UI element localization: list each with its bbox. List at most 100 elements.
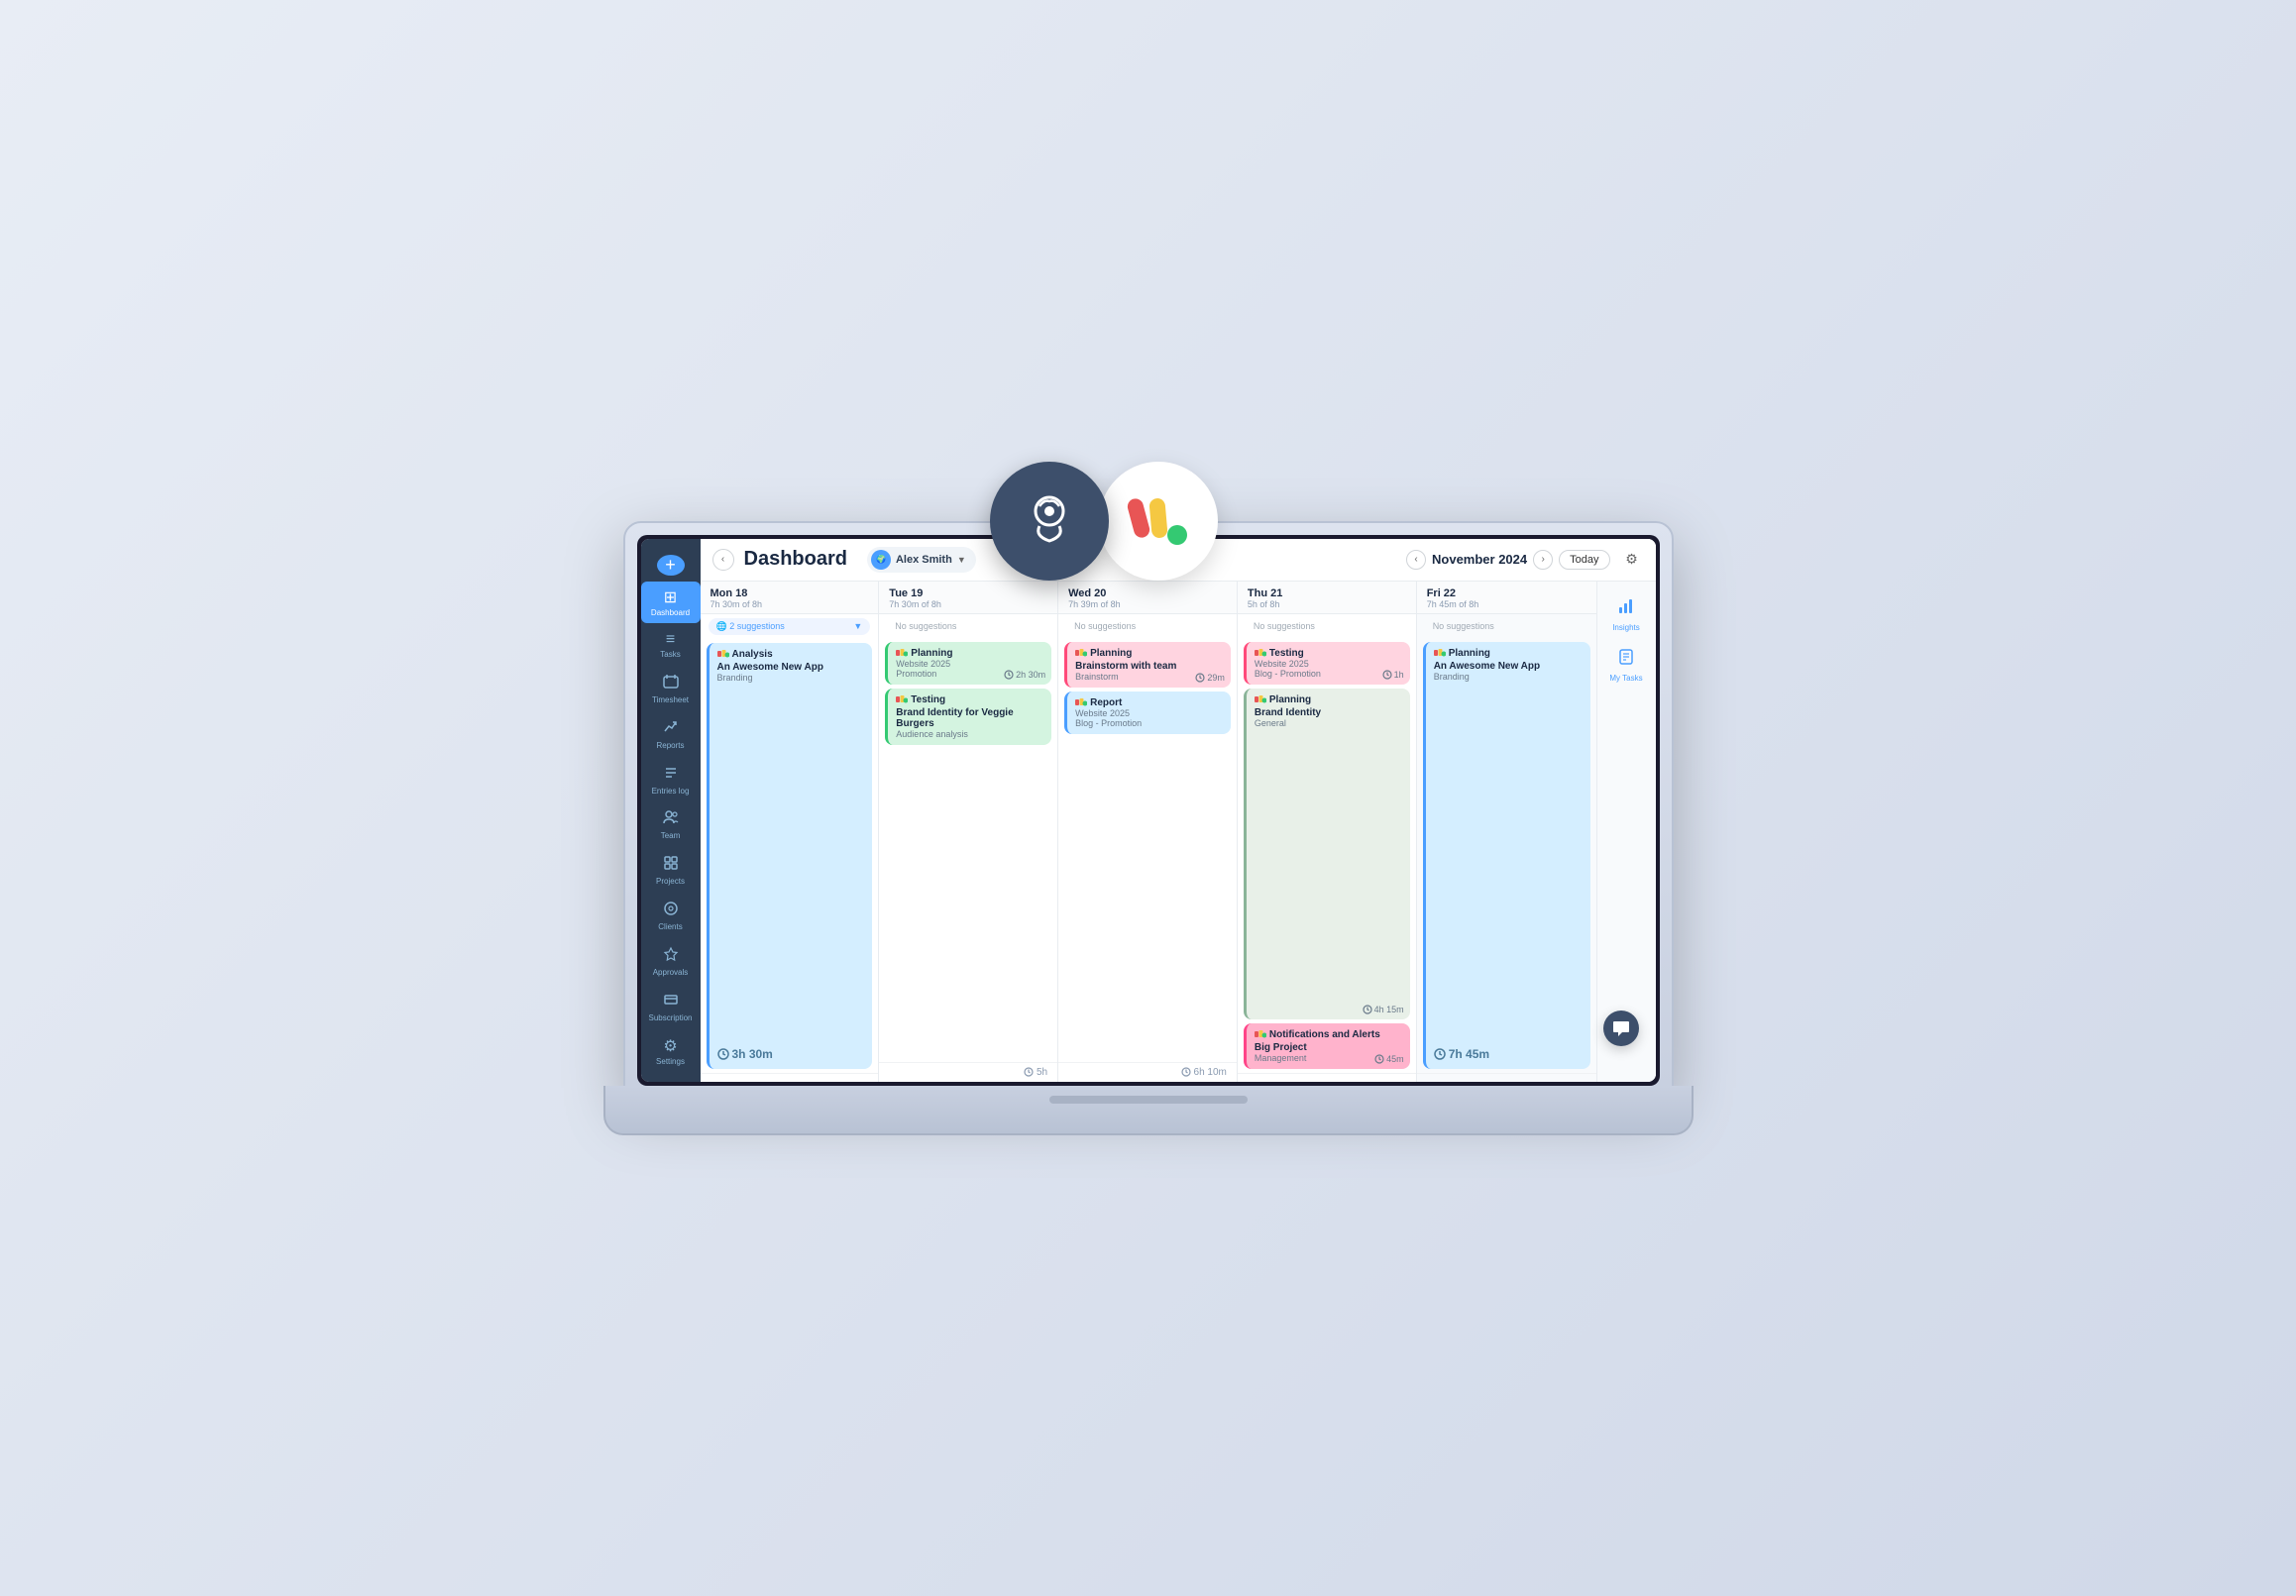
team-icon bbox=[663, 809, 679, 830]
entry-planning-1[interactable]: Planning Website 2025 Promotion 2h 30m bbox=[885, 642, 1051, 685]
calendar-grid: Mon 18 7h 30m of 8h 🌐 2 suggestions ▼ bbox=[701, 582, 1596, 1082]
sidebar-item-timesheet[interactable]: Timesheet bbox=[641, 668, 701, 711]
user-badge[interactable]: 🌍 Alex Smith ▼ bbox=[867, 547, 976, 573]
sidebar-item-team[interactable]: Team bbox=[641, 803, 701, 847]
user-avatar-header: 🌍 bbox=[871, 550, 891, 570]
sidebar-label-subscription: Subscription bbox=[648, 1014, 692, 1023]
entry-card-analysis[interactable]: Analysis An Awesome New App Branding 3h … bbox=[707, 643, 873, 1069]
next-month-button[interactable]: › bbox=[1533, 550, 1553, 570]
day-column-tue: Tue 19 7h 30m of 8h No suggestions bbox=[879, 582, 1058, 1082]
settings-button[interactable]: ⚙ bbox=[1620, 548, 1644, 572]
user-name: Alex Smith bbox=[896, 554, 952, 566]
day-column-fri: Fri 22 7h 45m of 8h No suggestions bbox=[1417, 582, 1596, 1082]
entry-project: Report bbox=[1075, 697, 1223, 708]
entry-testing-thu[interactable]: Testing Website 2025 Blog - Promotion 1h bbox=[1244, 642, 1410, 685]
sidebar-item-tasks[interactable]: ≡ Tasks bbox=[641, 625, 701, 666]
day-name-mon: Mon 18 bbox=[711, 587, 869, 599]
day-entries-wed: Planning Brainstorm with team Brainstorm… bbox=[1058, 638, 1237, 1062]
day-hours-wed: 7h 39m of 8h bbox=[1068, 599, 1227, 609]
insights-button[interactable]: Insights bbox=[1597, 589, 1656, 640]
clients-icon bbox=[663, 901, 679, 921]
entry-planning-thu[interactable]: Planning Brand Identity General 4h 15m bbox=[1244, 689, 1410, 1019]
day-total-fri bbox=[1417, 1073, 1596, 1082]
add-button[interactable]: + bbox=[657, 555, 685, 576]
entry-project: Testing bbox=[896, 694, 1043, 705]
day-header-thu: Thu 21 5h of 8h bbox=[1238, 582, 1416, 614]
entry-time: 1h bbox=[1382, 670, 1404, 680]
entry-sub: Branding bbox=[717, 673, 865, 683]
entry-time: 2h 30m bbox=[1004, 670, 1045, 680]
entry-project: Analysis bbox=[717, 649, 865, 660]
sidebar-item-reports[interactable]: Reports bbox=[641, 713, 701, 757]
nav-back-button[interactable]: ‹ bbox=[712, 549, 734, 571]
sidebar-label-approvals: Approvals bbox=[653, 969, 689, 978]
sidebar-label-tasks: Tasks bbox=[660, 651, 680, 660]
sidebar-item-support[interactable]: ⊗ Support bbox=[641, 1075, 701, 1081]
entry-project: Planning bbox=[1255, 694, 1402, 705]
sidebar-item-approvals[interactable]: Approvals bbox=[641, 940, 701, 984]
entry-task: Big Project bbox=[1255, 1042, 1402, 1053]
logo-light bbox=[1099, 462, 1218, 581]
day-column-wed: Wed 20 7h 39m of 8h No suggestions bbox=[1058, 582, 1238, 1082]
prev-month-button[interactable]: ‹ bbox=[1406, 550, 1426, 570]
entry-planning-wed1[interactable]: Planning Brainstorm with team Brainstorm… bbox=[1064, 642, 1231, 688]
day-total-mon bbox=[701, 1073, 879, 1082]
projects-icon bbox=[663, 855, 679, 876]
entry-sub: Branding bbox=[1434, 672, 1583, 682]
entry-task: Brand Identity bbox=[1255, 707, 1402, 718]
day-entries-mon: Analysis An Awesome New App Branding 3h … bbox=[701, 639, 879, 1073]
entry-notifications-thu[interactable]: Notifications and Alerts Big Project Man… bbox=[1244, 1023, 1410, 1069]
screen-bezel: 🦜 + ⊞ Dashboard ≡ Tasks bbox=[637, 535, 1660, 1086]
sidebar-label-dashboard: Dashboard bbox=[651, 609, 690, 618]
entry-testing-1[interactable]: Testing Brand Identity for Veggie Burger… bbox=[885, 689, 1051, 745]
entry-sub: Audience analysis bbox=[896, 729, 1043, 739]
sidebar-label-clients: Clients bbox=[658, 923, 682, 932]
entry-time: 29m bbox=[1195, 673, 1225, 683]
entry-project: Notifications and Alerts bbox=[1255, 1029, 1402, 1040]
no-suggestion-wed: No suggestions bbox=[1066, 618, 1229, 634]
day-header-fri: Fri 22 7h 45m of 8h bbox=[1417, 582, 1596, 614]
insights-icon bbox=[1617, 597, 1635, 620]
mytasks-label: My Tasks bbox=[1609, 674, 1642, 683]
sidebar-item-projects[interactable]: Projects bbox=[641, 849, 701, 893]
chat-button[interactable] bbox=[1603, 1011, 1639, 1046]
page-title: Dashboard bbox=[744, 548, 847, 571]
insights-label: Insights bbox=[1612, 623, 1640, 632]
dashboard-icon: ⊞ bbox=[664, 587, 677, 607]
sidebar-label-reports: Reports bbox=[656, 742, 684, 751]
sidebar-item-subscription[interactable]: Subscription bbox=[641, 986, 701, 1029]
tasks-icon: ≡ bbox=[666, 631, 675, 649]
day-column-thu: Thu 21 5h of 8h No suggestions bbox=[1238, 582, 1417, 1082]
entry-sub: Website 2025 bbox=[1075, 708, 1223, 718]
month-navigation: ‹ November 2024 › Today bbox=[1406, 550, 1609, 570]
sidebar-item-clients[interactable]: Clients bbox=[641, 895, 701, 938]
day-column-mon: Mon 18 7h 30m of 8h 🌐 2 suggestions ▼ bbox=[701, 582, 880, 1082]
suggestion-bar-mon[interactable]: 🌐 2 suggestions ▼ bbox=[709, 618, 871, 635]
no-suggestion-tue: No suggestions bbox=[887, 618, 1049, 634]
no-suggestion-fri: No suggestions bbox=[1425, 618, 1588, 634]
entry-project: Testing bbox=[1255, 648, 1402, 659]
entry-time: 4h 15m bbox=[1363, 1005, 1404, 1014]
today-button[interactable]: Today bbox=[1559, 550, 1609, 570]
month-title: November 2024 bbox=[1432, 552, 1527, 567]
entry-task: Brand Identity for Veggie Burgers bbox=[896, 707, 1043, 729]
entry-task: An Awesome New App bbox=[717, 662, 865, 673]
laptop-base bbox=[603, 1086, 1694, 1135]
entry-task: Brainstorm with team bbox=[1075, 661, 1223, 672]
screen: 🦜 + ⊞ Dashboard ≡ Tasks bbox=[641, 539, 1656, 1082]
main-content: ‹ Dashboard 🌍 Alex Smith ▼ ‹ November 20… bbox=[701, 539, 1656, 1082]
sidebar-label-settings: Settings bbox=[656, 1058, 685, 1067]
sidebar-item-entries-log[interactable]: Entries log bbox=[641, 759, 701, 802]
entry-sub: Website 2025 bbox=[1255, 659, 1402, 669]
sidebar-item-dashboard[interactable]: ⊞ Dashboard bbox=[641, 582, 701, 624]
entry-sub: General bbox=[1255, 718, 1402, 728]
day-hours-fri: 7h 45m of 8h bbox=[1427, 599, 1586, 609]
entry-planning-fri[interactable]: Planning An Awesome New App Branding 7h … bbox=[1423, 642, 1590, 1069]
my-tasks-button[interactable]: My Tasks bbox=[1597, 640, 1656, 691]
sidebar-label-timesheet: Timesheet bbox=[652, 696, 689, 705]
entry-report-wed[interactable]: Report Website 2025 Blog - Promotion bbox=[1064, 692, 1231, 734]
sidebar-item-settings[interactable]: ⚙ Settings bbox=[641, 1030, 701, 1073]
day-header-wed: Wed 20 7h 39m of 8h bbox=[1058, 582, 1237, 614]
laptop-body: 🦜 + ⊞ Dashboard ≡ Tasks bbox=[623, 521, 1674, 1096]
sidebar-label-team: Team bbox=[661, 832, 681, 841]
